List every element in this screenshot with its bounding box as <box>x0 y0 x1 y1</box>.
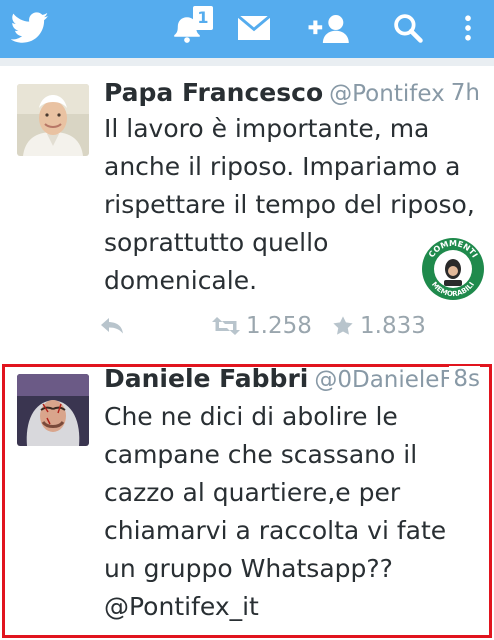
tweet-text-line: Che ne dici di abolire le <box>104 402 398 431</box>
favorite-button[interactable]: 1.833 <box>332 306 426 346</box>
tweet-timestamp: 7h <box>446 80 480 106</box>
commenti-memorabili-watermark: COMMENTI MEMORABILI <box>420 236 486 302</box>
timeline-divider <box>0 58 494 66</box>
tweet-text-line: un gruppo Whatsapp?? <box>104 554 393 583</box>
tweet-text: Che ne dici di abolire le campane che sc… <box>104 398 484 626</box>
twitter-bird-icon[interactable] <box>10 6 50 50</box>
tweet-text-line: rispettare il tempo del riposo, <box>104 190 475 219</box>
reply-icon <box>101 318 123 334</box>
avatar[interactable] <box>17 84 89 156</box>
author-name[interactable]: Papa Francesco <box>104 78 323 107</box>
top-navigation-bar: 1 <box>0 0 494 58</box>
avatar[interactable] <box>17 374 89 446</box>
search-icon[interactable] <box>388 6 428 50</box>
tweet-actions: 1.258 1.833 <box>100 306 440 346</box>
tweet-card[interactable]: Daniele Fabbri @0DanieleF… 8s Che ne dici… <box>0 362 494 640</box>
tweet-text-line: chiamarvi a raccolta vi fate <box>104 516 447 545</box>
tweet-header: Daniele Fabbri @0DanieleF… 8s <box>104 364 480 400</box>
star-icon <box>333 316 353 335</box>
tweet-card[interactable]: Papa Francesco @Pontifex… 7h Il lavoro è … <box>0 66 494 362</box>
mention-link[interactable]: @Pontifex_it <box>104 588 484 626</box>
notification-count-badge: 1 <box>193 6 213 30</box>
more-options-icon[interactable] <box>456 6 480 50</box>
tweet-text-line: anche il riposo. Impariamo a <box>104 152 461 181</box>
retweet-icon <box>212 317 240 335</box>
author-name[interactable]: Daniele Fabbri <box>104 364 308 393</box>
add-user-icon[interactable] <box>306 6 352 50</box>
tweet-header: Papa Francesco @Pontifex… 7h <box>104 78 480 114</box>
reply-button[interactable] <box>100 306 124 346</box>
retweet-count: 1.258 <box>246 313 312 339</box>
tweet-timestamp: 8s <box>449 366 480 392</box>
tweet-text-line: campane che scassano il <box>104 440 418 469</box>
retweet-button[interactable]: 1.258 <box>212 306 312 346</box>
tweet-text-line: cazzo al quartiere,e per <box>104 478 401 507</box>
favorite-count: 1.833 <box>360 313 426 339</box>
tweet-text-line: Il lavoro è importante, ma <box>104 114 430 143</box>
messages-envelope-icon[interactable] <box>236 6 272 50</box>
